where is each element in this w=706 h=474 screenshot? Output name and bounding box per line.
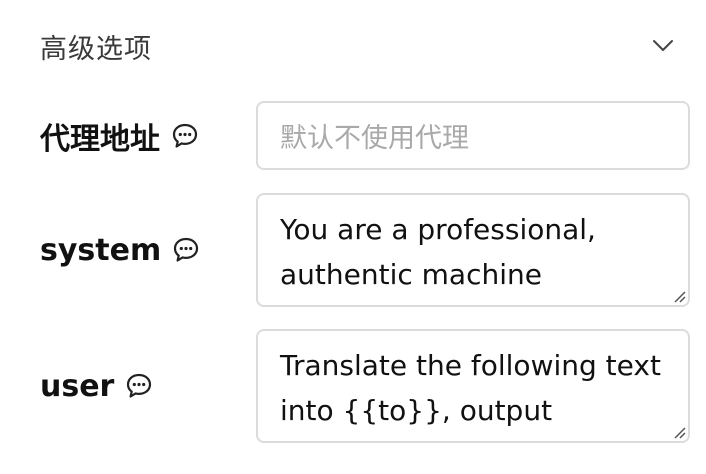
proxy-label: 代理地址 — [40, 122, 160, 157]
proxy-address-input[interactable]: 默认不使用代理 — [256, 101, 690, 170]
resize-handle-icon[interactable] — [672, 425, 686, 439]
chevron-down-icon[interactable] — [650, 33, 676, 59]
user-label: user — [40, 368, 115, 404]
comment-icon[interactable] — [170, 121, 200, 151]
user-prompt-textarea[interactable]: Translate the following text into {{to}}… — [256, 329, 690, 443]
system-row: system You are a professional, authentic… — [40, 193, 690, 307]
comment-icon[interactable] — [124, 371, 154, 401]
system-prompt-textarea[interactable]: You are a professional, authentic machin… — [256, 193, 690, 307]
proxy-label-group: 代理地址 — [40, 114, 256, 158]
comment-icon[interactable] — [171, 235, 201, 265]
user-row: user Translate the following text into {… — [40, 329, 690, 443]
section-title: 高级选项 — [40, 33, 152, 65]
system-label: system — [40, 232, 162, 268]
user-prompt-value: Translate the following text into {{to}}… — [280, 349, 661, 427]
proxy-address-placeholder: 默认不使用代理 — [280, 123, 469, 154]
advanced-options-header[interactable]: 高级选项 — [40, 22, 676, 70]
proxy-row: 代理地址 默认不使用代理 — [40, 101, 690, 171]
user-label-group: user — [40, 369, 256, 404]
resize-handle-icon[interactable] — [672, 289, 686, 303]
system-label-group: system — [40, 233, 256, 268]
system-prompt-value: You are a professional, authentic machin… — [280, 213, 596, 291]
